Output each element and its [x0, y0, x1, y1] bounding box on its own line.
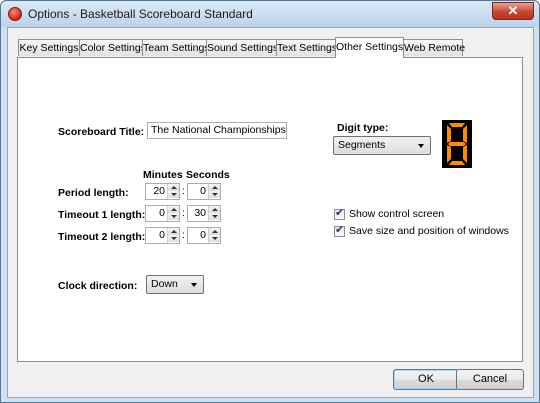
time-separator: : [182, 207, 185, 219]
timeout1-minutes-value: 0 [159, 207, 165, 219]
tab-other-settings[interactable]: Other Settings [335, 37, 404, 58]
timeout1-seconds-stepper[interactable]: 30 [187, 205, 221, 222]
timeout2-minutes-stepper[interactable]: 0 [145, 227, 180, 244]
digit-type-label: Digit type: [337, 122, 389, 134]
spin-down-icon[interactable] [168, 191, 179, 198]
spin-down-icon[interactable] [209, 191, 220, 198]
period-length-label: Period length: [58, 187, 129, 199]
spin-up-icon[interactable] [168, 184, 179, 191]
time-separator: : [182, 229, 185, 241]
period-minutes-value: 20 [153, 185, 165, 197]
spin-down-icon[interactable] [209, 235, 220, 242]
digit-type-select[interactable]: Segments [333, 136, 431, 155]
period-seconds-stepper[interactable]: 0 [187, 183, 221, 200]
seconds-header: Seconds [186, 169, 230, 181]
timeout2-seconds-stepper[interactable]: 0 [187, 227, 221, 244]
window-title: Options - Basketball Scoreboard Standard [28, 7, 253, 21]
digit-type-value: Segments [338, 139, 386, 151]
spin-up-icon[interactable] [209, 206, 220, 213]
spin-up-icon[interactable] [209, 228, 220, 235]
checkmark-icon: ✔ [335, 224, 345, 236]
app-ball-icon [8, 7, 22, 21]
period-minutes-stepper[interactable]: 20 [145, 183, 180, 200]
clock-direction-value: Down [151, 278, 178, 290]
period-seconds-value: 0 [200, 185, 206, 197]
spin-up-icon[interactable] [209, 184, 220, 191]
timeout2-minutes-value: 0 [159, 229, 165, 241]
timeout2-length-label: Timeout 2 length: [58, 231, 146, 243]
spin-buttons[interactable] [167, 184, 179, 199]
spin-up-icon[interactable] [168, 228, 179, 235]
tab-text-settings[interactable]: Text Settings [276, 39, 337, 56]
cancel-button[interactable]: Cancel [456, 369, 524, 390]
timeout2-seconds-value: 0 [200, 229, 206, 241]
spin-down-icon[interactable] [168, 235, 179, 242]
checkmark-icon: ✔ [335, 207, 345, 219]
save-size-checkbox[interactable]: ✔ [334, 224, 345, 237]
spin-down-icon[interactable] [209, 213, 220, 220]
scoreboard-title-input[interactable]: The National Championships [147, 122, 287, 139]
tab-sound-settings[interactable]: Sound Settings [206, 39, 278, 56]
clock-direction-select[interactable]: Down [146, 275, 204, 294]
other-settings-panel: Scoreboard Title: The National Champions… [17, 57, 523, 362]
timeout1-seconds-value: 30 [194, 207, 206, 219]
tab-team-settings[interactable]: Team Settings [142, 39, 210, 56]
minutes-header: Minutes [143, 169, 183, 181]
show-control-screen-checkbox[interactable]: ✔ [334, 207, 345, 220]
spin-down-icon[interactable] [168, 213, 179, 220]
spin-buttons[interactable] [208, 206, 220, 221]
tab-web-remote[interactable]: Web Remote [403, 39, 465, 56]
clock-direction-label: Clock direction: [58, 280, 138, 292]
close-icon: ✕ [507, 3, 519, 18]
dialog-client: Key Settings Color Settings Team Setting… [7, 27, 534, 398]
close-button[interactable]: ✕ [492, 2, 534, 20]
spin-buttons[interactable] [208, 184, 220, 199]
ok-button[interactable]: OK [393, 369, 459, 390]
time-separator: : [182, 185, 185, 197]
spin-buttons[interactable] [208, 228, 220, 243]
digit-segments [447, 123, 467, 165]
tab-color-settings[interactable]: Color Settings [79, 39, 146, 56]
timeout1-minutes-stepper[interactable]: 0 [145, 205, 180, 222]
chevron-down-icon [418, 144, 424, 148]
show-control-screen-label[interactable]: Show control screen [349, 208, 444, 220]
tab-key-settings[interactable]: Key Settings [18, 39, 80, 56]
digit-preview [442, 120, 472, 168]
timeout1-length-label: Timeout 1 length: [58, 209, 146, 221]
options-window: Options - Basketball Scoreboard Standard… [0, 0, 540, 403]
save-size-label[interactable]: Save size and position of windows [349, 225, 509, 237]
spin-buttons[interactable] [167, 228, 179, 243]
scoreboard-title-label: Scoreboard Title: [58, 126, 145, 138]
title-bar[interactable]: Options - Basketball Scoreboard Standard… [1, 1, 539, 27]
spin-buttons[interactable] [167, 206, 179, 221]
chevron-down-icon [191, 283, 197, 287]
spin-up-icon[interactable] [168, 206, 179, 213]
